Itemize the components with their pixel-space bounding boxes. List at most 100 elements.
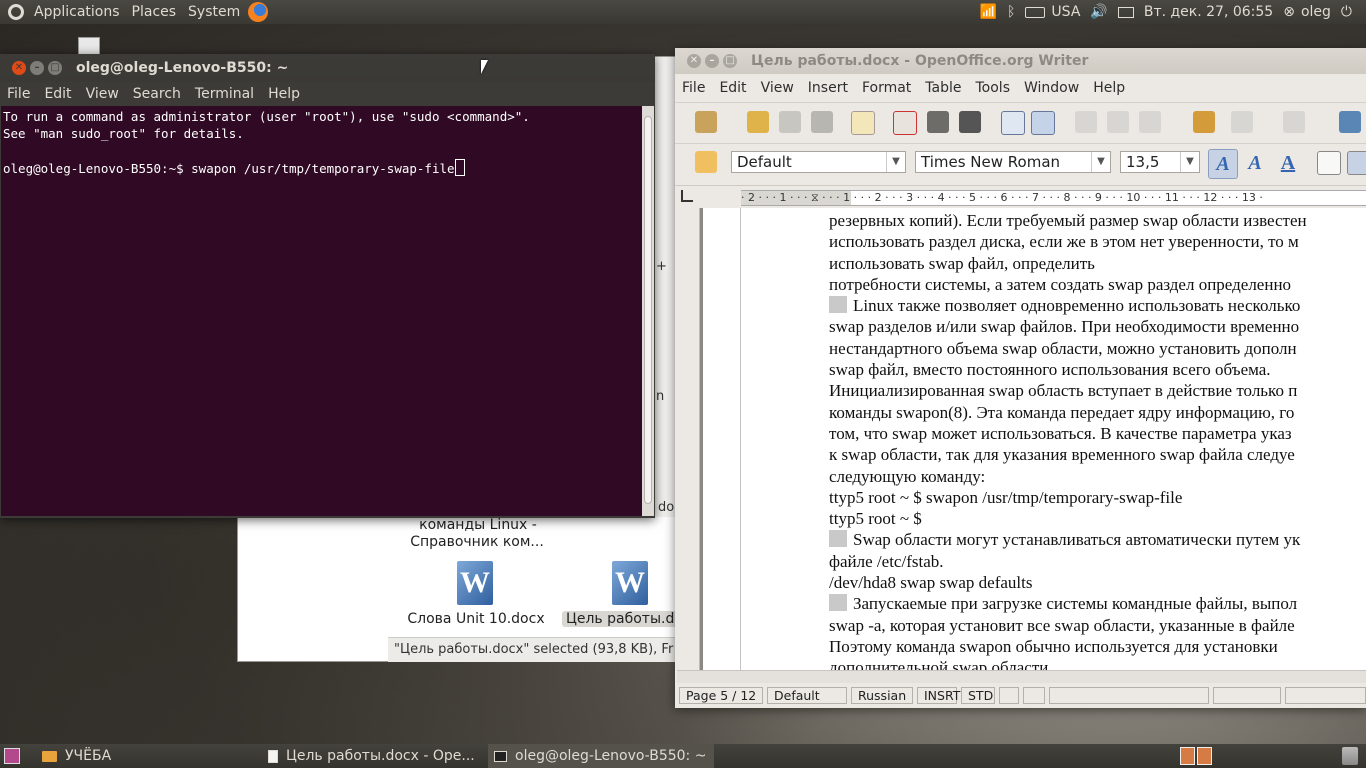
maximize-icon[interactable]: □: [48, 61, 62, 75]
file-manager-icon-view[interactable]: команды Linux - Справочник ком... W Слов…: [388, 517, 682, 637]
bold-icon[interactable]: A: [1208, 149, 1238, 179]
new-document-icon[interactable]: [695, 111, 717, 133]
writer-menu-edit[interactable]: Edit: [712, 80, 753, 96]
writer-menu-window[interactable]: Window: [1017, 80, 1086, 96]
clock[interactable]: Вт. дек. 27, 06:55: [1144, 4, 1273, 20]
redo-icon[interactable]: [1283, 111, 1305, 133]
word-document-icon[interactable]: W: [457, 561, 493, 605]
minimize-icon[interactable]: –: [30, 61, 44, 75]
underline-icon[interactable]: A: [1274, 149, 1302, 177]
chevron-down-icon[interactable]: ▼: [1091, 152, 1110, 172]
print-preview-icon[interactable]: [959, 111, 981, 133]
trash-icon[interactable]: [1342, 747, 1358, 765]
format-paintbrush-icon[interactable]: [1193, 111, 1215, 133]
writer-menu-insert[interactable]: Insert: [801, 80, 855, 96]
terminal-menu-view[interactable]: View: [79, 86, 126, 102]
horizontal-scrollbar[interactable]: [677, 670, 1366, 683]
workspace-2[interactable]: [1197, 747, 1212, 765]
font-name-select[interactable]: Times New Roman ▼: [915, 151, 1111, 173]
maximize-icon[interactable]: □: [723, 54, 737, 68]
show-desktop-button[interactable]: [4, 744, 20, 768]
chevron-down-icon[interactable]: ▼: [1180, 152, 1199, 172]
writer-menu-file[interactable]: File: [675, 80, 712, 96]
export-pdf-icon[interactable]: [893, 111, 917, 135]
writer-titlebar[interactable]: ✕ – □ Цель работы.docx - OpenOffice.org …: [675, 48, 1366, 74]
navigator-icon[interactable]: [1339, 111, 1361, 133]
align-left-icon[interactable]: [1317, 151, 1341, 175]
open-icon[interactable]: [747, 111, 769, 133]
taskbar-item-folder[interactable]: УЧЁБА: [38, 744, 262, 768]
cut-icon[interactable]: [1075, 111, 1097, 133]
file-manager-sidebar[interactable]: [238, 517, 389, 661]
document-text[interactable]: резервных копий). Если требуемый размер …: [829, 210, 1366, 670]
terminal-menu-search[interactable]: Search: [126, 86, 188, 102]
ubuntu-logo-icon[interactable]: [8, 4, 24, 20]
tab-stop-icon[interactable]: [681, 190, 693, 202]
align-center-icon[interactable]: [1347, 151, 1366, 175]
file-item-selected[interactable]: Цель работы.docx: [562, 611, 682, 627]
file-item-label[interactable]: команды Linux -: [408, 517, 548, 533]
document-area[interactable]: резервных копий). Если требуемый размер …: [677, 208, 1366, 670]
chevron-down-icon[interactable]: ▼: [886, 152, 905, 172]
copy-icon[interactable]: [1107, 111, 1129, 133]
horizontal-ruler[interactable]: · 2 · · · 1 · · · ⧖ · · · 1 · · · 2 · · …: [675, 185, 1366, 208]
document-modified-indicator[interactable]: [1023, 687, 1045, 704]
file-item-label-2[interactable]: Справочник ком...: [402, 534, 552, 550]
terminal-menu-file[interactable]: File: [0, 86, 37, 102]
page-style-indicator[interactable]: Default: [767, 687, 847, 704]
italic-icon[interactable]: A: [1241, 149, 1269, 177]
writer-menu-format[interactable]: Format: [855, 80, 918, 96]
close-icon[interactable]: ✕: [12, 61, 26, 75]
terminal-menu-terminal[interactable]: Terminal: [188, 86, 261, 102]
minimize-icon[interactable]: –: [705, 54, 719, 68]
page-indicator[interactable]: Page 5 / 12: [679, 687, 763, 704]
writer-menu-tools[interactable]: Tools: [969, 80, 1018, 96]
autospellcheck-icon[interactable]: [1031, 111, 1055, 135]
undo-icon[interactable]: [1231, 111, 1253, 133]
terminal-scrollbar[interactable]: [642, 106, 654, 516]
terminal-menu-edit[interactable]: Edit: [37, 86, 78, 102]
applications-menu[interactable]: Applications: [28, 0, 126, 24]
bottom-panel: УЧЁБА Цель работы.docx - Ope... oleg@ole…: [0, 744, 1366, 768]
font-size-select[interactable]: 13,5 ▼: [1120, 151, 1200, 173]
paragraph-style-select[interactable]: Default ▼: [731, 151, 906, 173]
volume-icon[interactable]: 🔊: [1090, 4, 1107, 20]
system-menu[interactable]: System: [182, 0, 246, 24]
taskbar-item-writer[interactable]: Цель работы.docx - Ope...: [264, 744, 488, 768]
bluetooth-icon[interactable]: ᛒ: [1007, 4, 1015, 20]
file-item-slova[interactable]: Слова Unit 10.docx: [406, 611, 546, 627]
zoom-slider[interactable]: [1285, 687, 1366, 704]
close-icon[interactable]: ✕: [687, 54, 701, 68]
selection-mode-indicator[interactable]: STD: [961, 687, 995, 704]
keyboard-indicator[interactable]: USA: [1025, 4, 1080, 20]
power-icon[interactable]: ⏻: [1341, 4, 1352, 20]
styles-formatting-icon[interactable]: [695, 151, 717, 173]
user-menu[interactable]: ⊗ oleg: [1283, 4, 1331, 20]
taskbar-item-terminal[interactable]: oleg@oleg-Lenovo-B550: ~: [488, 744, 714, 768]
save-icon[interactable]: [779, 111, 801, 133]
view-layout-icons[interactable]: [1213, 687, 1281, 704]
terminal-titlebar[interactable]: ✕ – □ oleg@oleg-Lenovo-B550: ~: [0, 54, 655, 82]
terminal-menu-help[interactable]: Help: [261, 86, 307, 102]
insert-mode-indicator[interactable]: INSRT: [917, 687, 960, 704]
workspace-1[interactable]: [1180, 747, 1195, 765]
terminal-screen[interactable]: To run a command as administrator (user …: [1, 106, 642, 516]
workspace-switcher[interactable]: [1180, 747, 1212, 765]
mail-icon[interactable]: [1117, 6, 1134, 18]
paste-icon[interactable]: [1139, 111, 1161, 133]
edit-mode-icon[interactable]: [851, 111, 875, 135]
email-icon[interactable]: [811, 111, 833, 133]
hyperlink-mode-indicator[interactable]: [999, 687, 1019, 704]
writer-menu-table[interactable]: Table: [918, 80, 968, 96]
vertical-ruler[interactable]: [677, 208, 700, 670]
print-icon[interactable]: [927, 111, 949, 133]
terminal-scroll-thumb[interactable]: [644, 116, 652, 504]
language-indicator[interactable]: Russian: [851, 687, 913, 704]
spellcheck-icon[interactable]: [1001, 111, 1025, 135]
firefox-launcher-icon[interactable]: [248, 2, 269, 22]
word-document-icon-selected[interactable]: W: [612, 561, 648, 605]
places-menu[interactable]: Places: [126, 0, 183, 24]
writer-menu-view[interactable]: View: [754, 80, 801, 96]
writer-menu-help[interactable]: Help: [1086, 80, 1132, 96]
network-icon[interactable]: 📶: [980, 4, 997, 20]
